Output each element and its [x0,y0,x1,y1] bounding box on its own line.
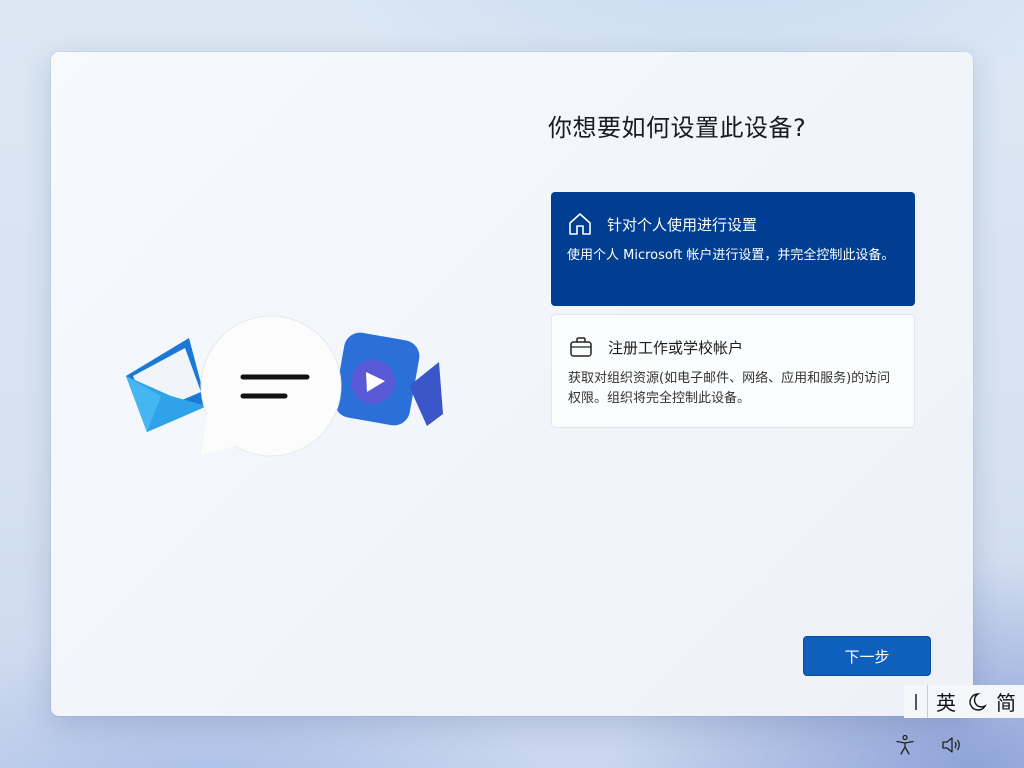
option-title: 针对个人使用进行设置 [607,215,758,234]
option-header: 针对个人使用进行设置 [567,210,899,238]
ime-toolbar: 英 简 [904,685,1024,718]
accessibility-icon[interactable] [894,734,916,756]
option-title: 注册工作或学校帐户 [608,338,744,357]
page-title: 你想要如何设置此设备? [548,114,807,142]
ime-drag-handle[interactable] [915,693,917,710]
ime-language-toggle[interactable]: 英 [936,687,956,716]
moon-icon[interactable] [966,691,988,713]
option-description: 使用个人 Microsoft 帐户进行设置，并完全控制此设备。 [567,248,895,263]
chat-bubble-icon [200,315,342,457]
home-icon [569,213,591,235]
option-description: 获取对组织资源(如电子邮件、网络、应用和服务)的访问权限。组织将完全控制此设备。 [568,371,891,406]
option-header: 注册工作或学校帐户 [568,333,898,361]
option-work-school-account[interactable]: 注册工作或学校帐户 获取对组织资源(如电子邮件、网络、应用和服务)的访问权限。组… [551,314,915,428]
next-button[interactable]: 下一步 [803,636,931,676]
ime-divider [927,685,928,718]
communication-illustration [126,315,443,457]
ime-script-toggle[interactable]: 简 [996,687,1016,716]
setup-window: 你想要如何设置此设备? 针对个人使用进行设置 使用个人 Microsoft 帐户… [51,52,973,716]
briefcase-icon [570,337,592,357]
video-camera-icon [334,332,443,426]
option-personal-use[interactable]: 针对个人使用进行设置 使用个人 Microsoft 帐户进行设置，并完全控制此设… [551,192,915,306]
mail-icon [126,338,207,432]
volume-icon[interactable] [941,734,963,756]
